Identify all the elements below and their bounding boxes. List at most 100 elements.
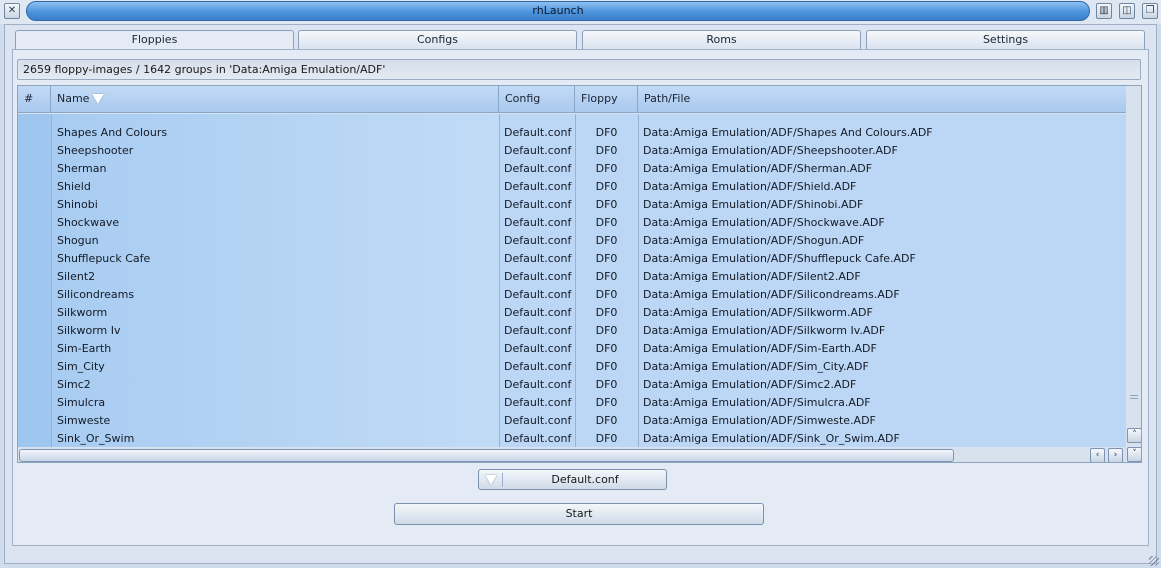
row-config: Default.conf: [504, 198, 572, 211]
list-item[interactable]: Silicondreams Default.conf DF0 Data:Amiga E…: [18, 286, 1126, 304]
row-name: Shogun: [57, 234, 99, 247]
horizontal-scroll-thumb[interactable]: [19, 449, 954, 462]
row-config: Default.conf: [504, 270, 572, 283]
row-floppy: DF0: [595, 252, 618, 265]
row-config: Default.conf: [504, 396, 572, 409]
row-name: Silicondreams: [57, 288, 135, 301]
row-name: Silkworm: [57, 306, 108, 319]
row-name: Simulcra: [57, 396, 106, 409]
row-name: Silkworm Iv: [57, 324, 121, 337]
row-floppy: DF0: [595, 288, 618, 301]
list-item[interactable]: Shapes And Colours Default.conf DF0 Data:Am…: [18, 124, 1126, 142]
row-path: Data:Amiga Emulation/ADF/Silent2.ADF: [643, 270, 861, 283]
list-item[interactable]: Simulcra Default.conf DF0 Data:Amiga Emulat…: [18, 394, 1126, 412]
row-floppy: DF0: [595, 396, 618, 409]
title-bar: ✕ rhLaunch ▥ ◫ ❐: [0, 0, 1161, 24]
row-name: Sink_Or_Swim: [57, 432, 135, 445]
row-floppy: DF0: [595, 162, 618, 175]
row-config: Default.conf: [504, 306, 572, 319]
row-floppy: DF0: [595, 360, 618, 373]
list-item[interactable]: Sheepshooter Default.conf DF0 Data:Amiga Em…: [18, 142, 1126, 160]
list-item[interactable]: Silkworm Default.conf DF0 Data:Amiga Emulat…: [18, 304, 1126, 322]
list-header: # Name Config Floppy Path/File: [18, 86, 1126, 113]
row-path: Data:Amiga Emulation/ADF/Sheepshooter.AD…: [643, 144, 898, 157]
row-name: Shapes And Colours: [57, 126, 168, 139]
row-config: Default.conf: [504, 234, 572, 247]
list-item[interactable]: Sink_Or_Swim Default.conf DF0 Data:Amiga Em…: [18, 430, 1126, 448]
row-floppy: DF0: [595, 378, 618, 391]
row-name: Shufflepuck Cafe: [57, 252, 151, 265]
arrow-right-icon[interactable]: ›: [1108, 448, 1123, 462]
column-header-config[interactable]: Config: [499, 86, 575, 113]
row-config: Default.conf: [504, 324, 572, 337]
start-button[interactable]: Start: [394, 503, 764, 525]
config-cycle-button[interactable]: Default.conf: [478, 469, 667, 490]
row-config: Default.conf: [504, 216, 572, 229]
row-name: Simc2: [57, 378, 91, 391]
row-floppy: DF0: [595, 180, 618, 193]
column-header-name[interactable]: Name: [51, 86, 499, 113]
zoom-icon[interactable]: ◫: [1119, 3, 1135, 19]
row-name: Shinobi: [57, 198, 98, 211]
row-path: Data:Amiga Emulation/ADF/Sink_Or_Swim.AD…: [643, 432, 900, 445]
tab-roms[interactable]: Roms: [582, 30, 861, 49]
arrow-left-icon[interactable]: ‹: [1090, 448, 1105, 462]
row-floppy: DF0: [595, 432, 618, 445]
list-item[interactable]: Shufflepuck Cafe Default.conf DF0 Data:Amig…: [18, 250, 1126, 268]
list-item[interactable]: Sim_City Default.conf DF0 Data:Amiga Emulat…: [18, 358, 1126, 376]
list-rows: Shapes And Colours Default.conf DF0 Data:Am…: [18, 124, 1126, 448]
row-name: Sherman: [57, 162, 107, 175]
horizontal-scrollbar[interactable]: [18, 447, 1126, 462]
row-path: Data:Amiga Emulation/ADF/Simweste.ADF: [643, 414, 876, 427]
tab-floppies[interactable]: Floppies: [15, 30, 294, 50]
row-name: Silent2: [57, 270, 96, 283]
row-config: Default.conf: [504, 360, 572, 373]
row-path: Data:Amiga Emulation/ADF/Sim-Earth.ADF: [643, 342, 877, 355]
row-path: Data:Amiga Emulation/ADF/Silicondreams.A…: [643, 288, 900, 301]
arrow-up-icon[interactable]: ˄: [1127, 428, 1141, 443]
arrow-down-icon[interactable]: ˅: [1127, 447, 1141, 462]
row-floppy: DF0: [595, 144, 618, 157]
column-header-path[interactable]: Path/File: [638, 86, 1126, 113]
floppy-list[interactable]: # Name Config Floppy Path/File Shapes An…: [17, 85, 1142, 463]
list-item[interactable]: Silkworm Iv Default.conf DF0 Data:Amiga Emu…: [18, 322, 1126, 340]
vertical-scrollbar[interactable]: [1126, 86, 1141, 446]
list-item[interactable]: Shinobi Default.conf DF0 Data:Amiga Emulati…: [18, 196, 1126, 214]
row-floppy: DF0: [595, 342, 618, 355]
resize-grip-icon[interactable]: [1149, 556, 1159, 566]
config-cycle-label: Default.conf: [551, 473, 619, 486]
list-item[interactable]: Simc2 Default.conf DF0 Data:Amiga Emulation…: [18, 376, 1126, 394]
row-config: Default.conf: [504, 378, 572, 391]
row-path: Data:Amiga Emulation/ADF/Silkworm.ADF: [643, 306, 873, 319]
column-header-hash[interactable]: #: [18, 86, 51, 113]
list-item[interactable]: Simweste Default.conf DF0 Data:Amiga Emulat…: [18, 412, 1126, 430]
row-floppy: DF0: [595, 306, 618, 319]
row-path: Data:Amiga Emulation/ADF/Simulcra.ADF: [643, 396, 871, 409]
list-item[interactable]: Shield Default.conf DF0 Data:Amiga Emulatio…: [18, 178, 1126, 196]
tab-configs[interactable]: Configs: [298, 30, 577, 49]
list-item[interactable]: Shogun Default.conf DF0 Data:Amiga Emulatio…: [18, 232, 1126, 250]
row-floppy: DF0: [595, 414, 618, 427]
column-header-floppy[interactable]: Floppy: [575, 86, 638, 113]
tab-settings[interactable]: Settings: [866, 30, 1145, 49]
row-floppy: DF0: [595, 198, 618, 211]
row-path: Data:Amiga Emulation/ADF/Sherman.ADF: [643, 162, 873, 175]
scroll-grip-icon: [1130, 395, 1138, 399]
iconify-icon[interactable]: ▥: [1096, 3, 1112, 19]
list-item[interactable]: Sherman Default.conf DF0 Data:Amiga Emulati…: [18, 160, 1126, 178]
row-floppy: DF0: [595, 126, 618, 139]
row-path: Data:Amiga Emulation/ADF/Shogun.ADF: [643, 234, 865, 247]
row-path: Data:Amiga Emulation/ADF/Shapes And Colo…: [643, 126, 933, 139]
row-config: Default.conf: [504, 162, 572, 175]
row-config: Default.conf: [504, 288, 572, 301]
row-config: Default.conf: [504, 144, 572, 157]
list-item[interactable]: Shockwave Default.conf DF0 Data:Amiga Emula…: [18, 214, 1126, 232]
row-path: Data:Amiga Emulation/ADF/Shield.ADF: [643, 180, 857, 193]
window-title[interactable]: rhLaunch: [26, 1, 1090, 21]
row-config: Default.conf: [504, 126, 572, 139]
list-item[interactable]: Silent2 Default.conf DF0 Data:Amiga Emulati…: [18, 268, 1126, 286]
list-item[interactable]: Sim-Earth Default.conf DF0 Data:Amiga Emula…: [18, 340, 1126, 358]
close-icon[interactable]: ✕: [4, 3, 20, 19]
row-name: Sheepshooter: [57, 144, 134, 157]
depth-icon[interactable]: ❐: [1142, 3, 1158, 19]
